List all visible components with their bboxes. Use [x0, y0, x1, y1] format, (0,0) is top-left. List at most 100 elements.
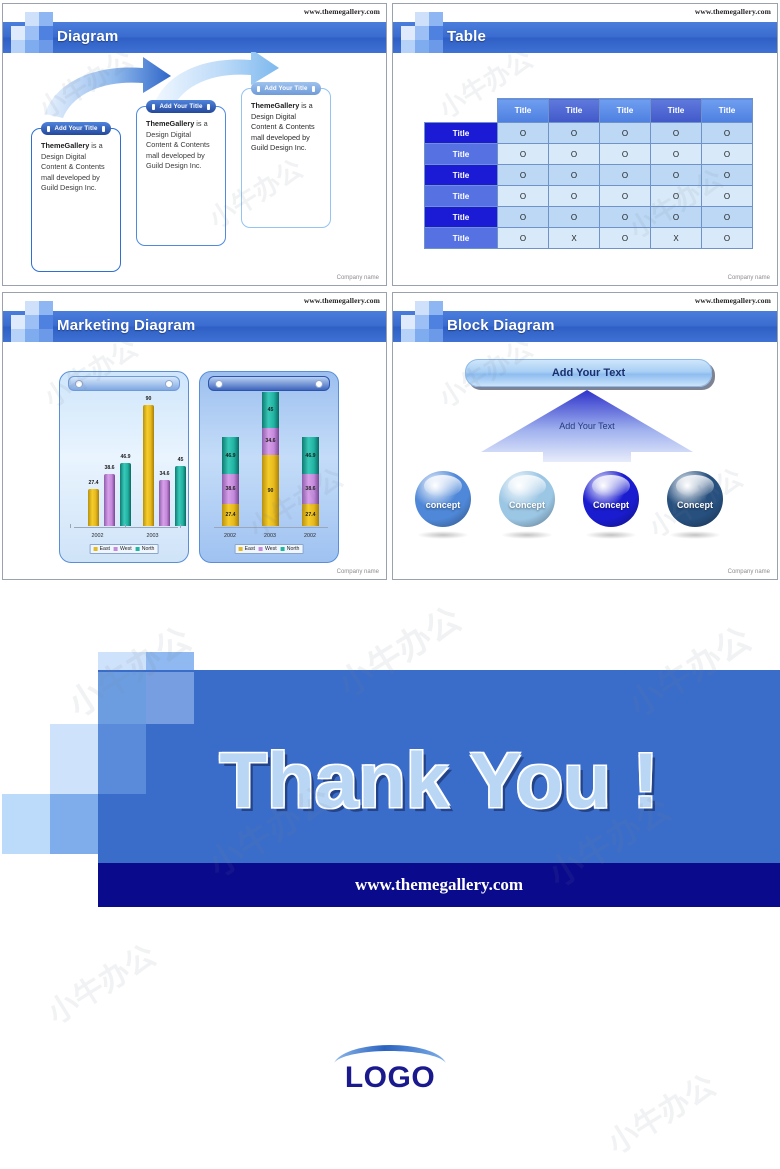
- table-corner-cell: [425, 99, 498, 123]
- slide-url-label: www.themegallery.com: [694, 296, 771, 305]
- table-cell: O: [599, 122, 651, 144]
- header-square-4: [39, 26, 53, 40]
- slide-footer-company: Company name: [727, 569, 770, 575]
- diagram-box-2-caption: Add Your Title: [145, 100, 217, 113]
- x-tick-label: 2002: [91, 533, 104, 539]
- table-col-header: Title: [497, 98, 549, 123]
- legend-label: West: [264, 546, 277, 552]
- table-cell: O: [599, 227, 651, 249]
- concept-sphere-4[interactable]: Concept: [667, 471, 723, 527]
- deco-square: [2, 794, 50, 854]
- table-cell: O: [701, 164, 753, 186]
- panel-hole-icon: [215, 380, 223, 388]
- table-cell: O: [650, 185, 702, 207]
- panel-hole-icon: [165, 380, 173, 388]
- panel-handle: [68, 376, 180, 391]
- segment-value-label: 45: [267, 407, 274, 414]
- legend-item: East: [93, 546, 110, 552]
- legend-label: North: [141, 546, 155, 552]
- table-cell: O: [701, 185, 753, 207]
- header-square-2: [429, 12, 443, 26]
- stacked-segment: 34.6: [261, 427, 279, 456]
- axis-tick: [70, 524, 71, 528]
- logo: LOGO: [0, 1035, 780, 1095]
- data-table[interactable]: Title Title Title Title Title Title O O …: [424, 98, 753, 249]
- diagram-box-2[interactable]: Add Your Title ThemeGallery is a Design …: [136, 100, 226, 246]
- table-cell: O: [497, 164, 549, 186]
- table-cell: O: [650, 143, 702, 165]
- bar: 38.6: [104, 465, 115, 526]
- segment-value-label: 27.4: [305, 512, 316, 519]
- header-square-1: [25, 301, 39, 315]
- x-tick-label: 2003: [146, 533, 159, 539]
- header-square-1: [415, 12, 429, 26]
- x-tick-label: 2002: [223, 533, 236, 539]
- stacked-bar-chart[interactable]: 27.4 38.6 46.9 2002 90 34.6 45 2003 27.4 38.6 46.9…: [199, 371, 339, 563]
- slide-marketing-diagram[interactable]: www.themegallery.com Marketing Diagram 2…: [2, 292, 387, 580]
- legend-label: North: [286, 546, 300, 552]
- table-header-row: Title Title Title Title Title: [425, 98, 753, 123]
- bar-value-label: 90: [145, 396, 152, 403]
- clustered-bar-chart[interactable]: 27.4 38.6 46.9 2002 90 34.6 45 2003 East West Nor…: [59, 371, 189, 563]
- diagram-box-3-body: ThemeGallery is a Design Digital Content…: [251, 101, 323, 154]
- legend-swatch: [280, 547, 285, 551]
- legend-swatch: [135, 547, 140, 551]
- slide-block-diagram[interactable]: www.themegallery.com Block Diagram Add Y…: [392, 292, 778, 580]
- table-row: Title O O O O O: [424, 206, 753, 228]
- table-row-header: Title: [424, 164, 498, 186]
- slide-title: Marketing Diagram: [57, 317, 196, 334]
- table-row: Title O X O X O: [424, 227, 753, 249]
- chart-legend: East West North: [234, 544, 304, 554]
- header-square-2: [39, 301, 53, 315]
- slide-footer-company: Company name: [336, 569, 379, 575]
- diagram-box-3[interactable]: Add Your Title ThemeGallery is a Design …: [241, 82, 331, 228]
- table-cell: O: [650, 164, 702, 186]
- stacked-plot-area: 27.4 38.6 46.9 2002 90 34.6 45 2003 27.4 38.6 46.9…: [210, 392, 330, 539]
- concept-sphere-3[interactable]: Concept: [583, 471, 639, 527]
- header-square-8: [39, 329, 53, 342]
- table-row: Title O O O O O: [424, 122, 753, 144]
- header-square-6: [401, 40, 415, 53]
- table-cell: O: [599, 164, 651, 186]
- top-pill-shape[interactable]: Add Your Text: [465, 359, 712, 387]
- header-square-6: [11, 329, 25, 342]
- header-square-1: [25, 12, 39, 26]
- header-square-2: [39, 12, 53, 26]
- bar-value-label: 45: [177, 456, 184, 463]
- sphere-shadow: [417, 531, 469, 539]
- table-cell: X: [548, 227, 600, 249]
- table-cell: O: [701, 143, 753, 165]
- slide-diagram[interactable]: www.themegallery.com Diagram Add Your Ti…: [2, 3, 387, 286]
- diagram-box-2-caption-label: Add Your Title: [159, 103, 203, 110]
- stacked-bar-group: 90 34.6 45 2003: [250, 392, 290, 539]
- concept-sphere-1[interactable]: concept: [415, 471, 471, 527]
- slide-table[interactable]: www.themegallery.com Table Title Title T…: [392, 3, 778, 286]
- table-row: Title O O O O O: [424, 164, 753, 186]
- slide-footer-company: Company name: [336, 275, 379, 281]
- table-cell: O: [497, 227, 549, 249]
- table-cell: O: [701, 206, 753, 228]
- x-axis: [74, 527, 178, 528]
- segment-value-label: 46.9: [225, 452, 236, 459]
- sphere-shadow: [669, 531, 721, 539]
- legend-label: East: [99, 546, 110, 552]
- header-square-4: [39, 315, 53, 329]
- table-cell: O: [497, 185, 549, 207]
- stacked-segment: 27.4: [222, 504, 239, 526]
- legend-label: West: [119, 546, 132, 552]
- table-row-header: Title: [424, 206, 498, 228]
- table-cell: O: [548, 185, 600, 207]
- legend-item: West: [258, 546, 277, 552]
- bar-group: 27.4 38.6 46.9 2002: [70, 393, 131, 539]
- header-square-3: [25, 26, 39, 40]
- header-square-8: [429, 40, 443, 53]
- diagram-box-1[interactable]: Add Your Title ThemeGallery is a Design …: [31, 122, 121, 272]
- diagram-box-1-caption-label: Add Your Title: [54, 125, 98, 132]
- header-square-5: [401, 315, 415, 329]
- diagram-box-3-bold: ThemeGallery: [251, 101, 300, 110]
- concept-sphere-2[interactable]: Concept: [499, 471, 555, 527]
- clustered-plot-area: 27.4 38.6 46.9 2002 90 34.6 45 2003: [70, 393, 186, 539]
- header-square-3: [415, 315, 429, 329]
- bar-value-label: 27.4: [88, 480, 99, 487]
- deco-square: [50, 794, 98, 854]
